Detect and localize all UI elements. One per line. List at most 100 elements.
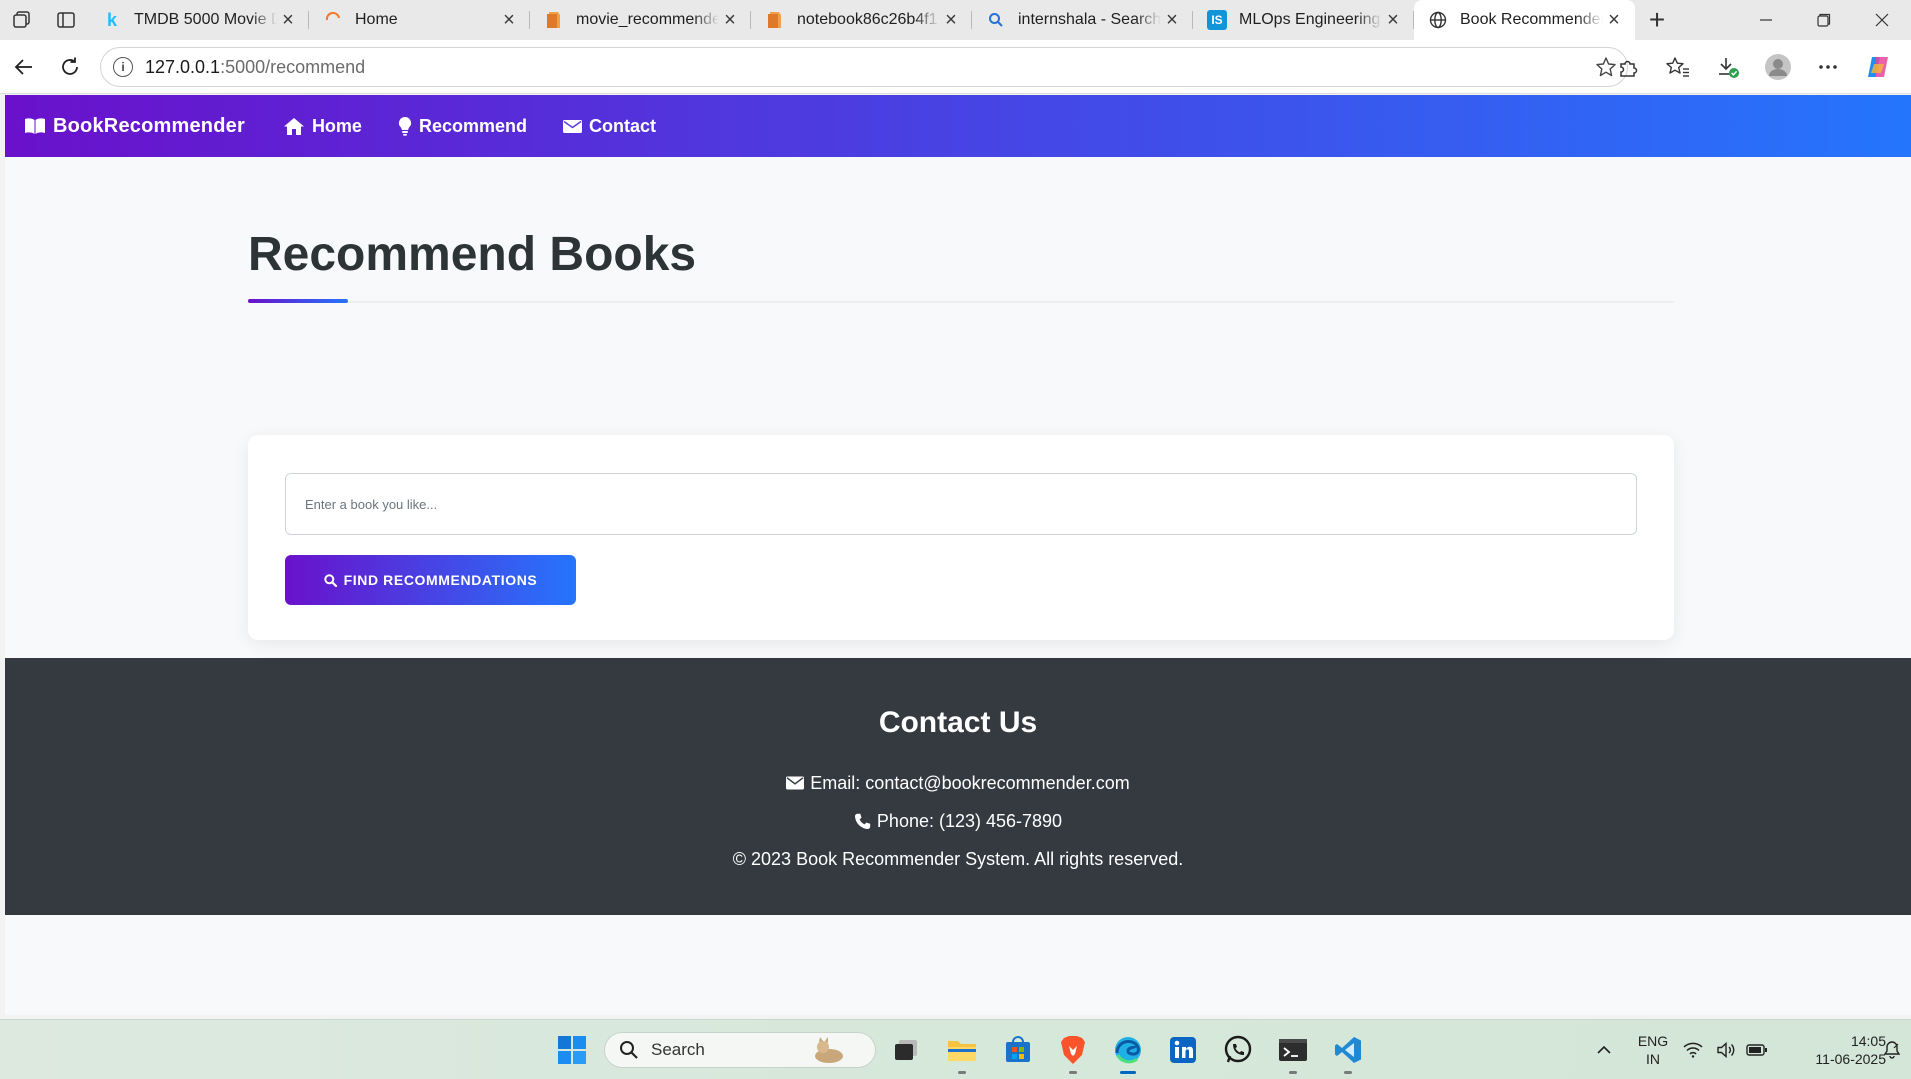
url-text: 127.0.0.1:5000/recommend bbox=[145, 57, 365, 78]
tab-title: internshala - Search bbox=[1018, 11, 1161, 28]
restore-icon[interactable] bbox=[1795, 0, 1853, 40]
linkedin-icon[interactable] bbox=[1163, 1030, 1203, 1070]
search-card: FIND RECOMMENDATIONS bbox=[248, 435, 1674, 640]
terminal-icon[interactable] bbox=[1273, 1030, 1313, 1074]
microsoft-store-icon[interactable] bbox=[998, 1030, 1038, 1070]
close-icon[interactable]: × bbox=[1382, 9, 1404, 32]
home-icon bbox=[283, 117, 304, 135]
url-path: :5000/recommend bbox=[220, 56, 366, 77]
language-region: IN bbox=[1646, 1051, 1660, 1067]
wifi-icon[interactable] bbox=[1680, 1030, 1706, 1070]
footer-copyright: © 2023 Book Recommender System. All righ… bbox=[732, 848, 1184, 869]
task-view-icon[interactable] bbox=[886, 1030, 926, 1070]
nav-recommend[interactable]: Recommend bbox=[398, 116, 527, 137]
nav-recommend-label: Recommend bbox=[418, 115, 527, 136]
windows-start-icon[interactable] bbox=[552, 1030, 592, 1070]
taskbar-search-label: Search bbox=[651, 1040, 705, 1059]
footer-phone: Phone: (123) 456-7890 bbox=[5, 809, 1911, 833]
close-icon[interactable]: × bbox=[940, 9, 962, 32]
envelope-icon bbox=[786, 776, 805, 790]
search-icon bbox=[620, 1041, 638, 1059]
nav-home[interactable]: Home bbox=[283, 116, 362, 137]
tab-internshala-search[interactable]: internshala - Search × bbox=[972, 0, 1193, 40]
running-indicator bbox=[1289, 1071, 1297, 1074]
find-recommendations-button[interactable]: FIND RECOMMENDATIONS bbox=[285, 555, 576, 605]
tab-notebook[interactable]: notebook86c26b4f17 × bbox=[751, 0, 972, 40]
footer-phone-text: Phone: (123) 456-7890 bbox=[876, 810, 1063, 831]
back-arrow-icon[interactable] bbox=[2, 47, 46, 87]
edge-browser-icon[interactable] bbox=[1108, 1030, 1148, 1074]
whatsapp-icon[interactable] bbox=[1218, 1030, 1258, 1070]
taskbar-search[interactable]: Search bbox=[604, 1032, 876, 1068]
close-window-icon[interactable] bbox=[1853, 0, 1911, 40]
tab-tmdb-dataset[interactable]: k TMDB 5000 Movie Dataset × bbox=[88, 0, 309, 40]
clock-time: 14:05 bbox=[1850, 1033, 1886, 1049]
taskbar-clock[interactable]: 14:05 11-06-2025 bbox=[1786, 1032, 1886, 1068]
site-navbar: BookRecommender Home Recommend Contact bbox=[5, 95, 1911, 157]
globe-icon bbox=[1428, 10, 1448, 30]
profile-avatar-icon[interactable] bbox=[1753, 47, 1803, 87]
nav-home-label: Home bbox=[311, 115, 362, 136]
book-search-input[interactable] bbox=[285, 473, 1637, 535]
battery-icon[interactable] bbox=[1744, 1030, 1770, 1070]
copilot-icon[interactable] bbox=[1853, 47, 1903, 87]
jupyter-icon bbox=[323, 10, 343, 30]
close-icon[interactable]: × bbox=[277, 9, 299, 32]
footer-email: Email: contact@bookrecommender.com bbox=[5, 771, 1911, 795]
notification-bell-icon[interactable] bbox=[1880, 1030, 1904, 1070]
search-highlight-icon bbox=[815, 1037, 843, 1063]
close-icon[interactable]: × bbox=[1603, 9, 1625, 32]
brave-browser-icon[interactable] bbox=[1053, 1030, 1093, 1074]
language-code: ENG bbox=[1637, 1033, 1669, 1049]
more-options-icon[interactable] bbox=[1803, 47, 1853, 87]
nav-contact-label: Contact bbox=[588, 115, 656, 136]
tab-home[interactable]: Home × bbox=[309, 0, 530, 40]
find-recommendations-label: FIND RECOMMENDATIONS bbox=[343, 572, 538, 588]
input-language[interactable]: ENG IN bbox=[1637, 1032, 1669, 1068]
vscode-icon[interactable] bbox=[1328, 1030, 1368, 1074]
browser-toolbar-actions bbox=[1603, 47, 1903, 87]
brand-logo[interactable]: BookRecommender bbox=[24, 115, 245, 138]
internshala-icon: IS bbox=[1207, 10, 1227, 30]
close-icon[interactable]: × bbox=[1161, 9, 1183, 32]
show-hidden-icons-chevron[interactable] bbox=[1584, 1030, 1624, 1070]
browser-toolbar: i 127.0.0.1:5000/recommend bbox=[0, 40, 1911, 94]
title-accent-bar bbox=[248, 299, 348, 303]
tab-title: Home bbox=[355, 11, 398, 28]
new-tab-button[interactable]: + bbox=[1635, 0, 1679, 40]
windows-taskbar: Search ENG IN 14:05 11-06-2025 bbox=[0, 1019, 1911, 1079]
tab-title: movie_recommender bbox=[576, 11, 719, 28]
minimize-icon[interactable] bbox=[1737, 0, 1795, 40]
search-icon bbox=[986, 10, 1006, 30]
tab-title: TMDB 5000 Movie Dataset bbox=[134, 11, 277, 28]
nav-contact[interactable]: Contact bbox=[562, 115, 656, 137]
page-viewport: BookRecommender Home Recommend Contact R… bbox=[5, 95, 1911, 1015]
recommend-section: Recommend Books FIND RECOMMENDATIONS bbox=[248, 225, 1674, 640]
tab-book-recommender[interactable]: Book Recommender System × bbox=[1414, 0, 1635, 40]
tab-mlops-intern[interactable]: IS MLOps Engineering Intern × bbox=[1193, 0, 1414, 40]
search-icon bbox=[323, 573, 337, 587]
file-explorer-icon[interactable] bbox=[942, 1030, 982, 1074]
close-icon[interactable]: × bbox=[719, 9, 741, 32]
url-host: 127.0.0.1 bbox=[145, 56, 221, 77]
notebook-icon bbox=[544, 10, 564, 30]
vertical-tabs-icon[interactable] bbox=[44, 0, 88, 40]
site-info-icon[interactable]: i bbox=[113, 57, 133, 77]
running-indicator bbox=[958, 1071, 966, 1074]
volume-icon[interactable] bbox=[1714, 1030, 1740, 1070]
tab-title: Book Recommender System bbox=[1460, 11, 1603, 28]
address-bar[interactable]: i 127.0.0.1:5000/recommend bbox=[100, 47, 1628, 87]
downloads-icon[interactable] bbox=[1703, 47, 1753, 87]
tab-title: MLOps Engineering Intern bbox=[1239, 11, 1382, 28]
workspaces-icon[interactable] bbox=[0, 0, 44, 40]
site-footer: Contact Us Email: contact@bookrecommende… bbox=[5, 658, 1911, 915]
favorites-icon[interactable] bbox=[1653, 47, 1703, 87]
extensions-icon[interactable] bbox=[1603, 47, 1653, 87]
tab-movie-recommender[interactable]: movie_recommender × bbox=[530, 0, 751, 40]
lightbulb-icon bbox=[398, 116, 411, 136]
running-indicator bbox=[1069, 1071, 1077, 1074]
close-icon[interactable]: × bbox=[498, 9, 520, 32]
refresh-icon[interactable] bbox=[48, 47, 92, 87]
browser-tab-strip: k TMDB 5000 Movie Dataset × Home × movie… bbox=[0, 0, 1911, 40]
running-indicator bbox=[1344, 1071, 1352, 1074]
